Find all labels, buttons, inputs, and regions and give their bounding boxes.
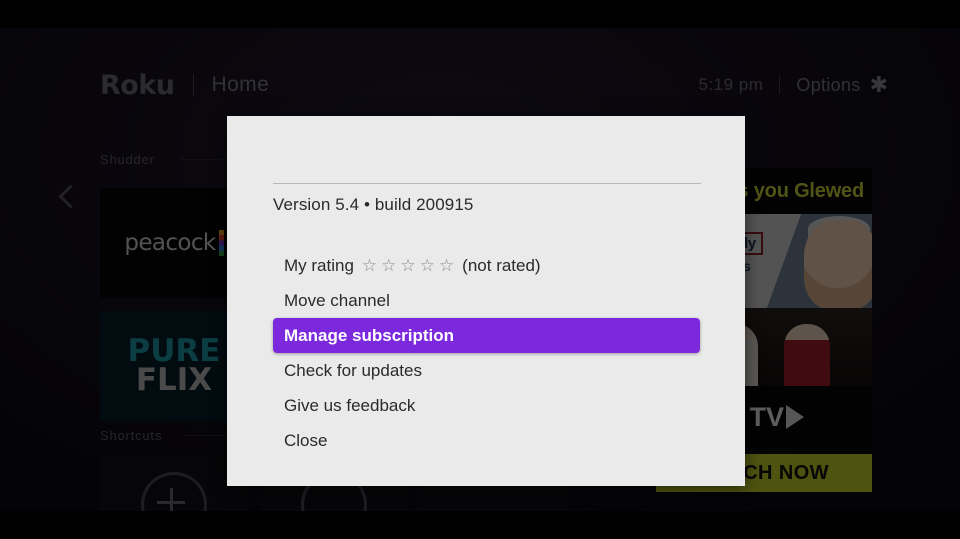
header-right: 5:19 pm Options ✱ xyxy=(698,68,888,102)
tile-pureflix[interactable]: PURE FLIX xyxy=(100,311,248,421)
asterisk-icon: ✱ xyxy=(869,72,888,97)
peacock-feathers-icon xyxy=(218,230,224,256)
tile-peacock[interactable]: peacock xyxy=(100,188,248,298)
options-button[interactable]: Options xyxy=(796,75,860,96)
person-figure xyxy=(784,324,830,386)
header-divider-2 xyxy=(779,76,781,94)
roku-logo: Roku xyxy=(100,69,175,101)
promo-banner-text: es you Glewed xyxy=(726,179,865,202)
star-icon[interactable]: ☆ xyxy=(439,257,454,274)
row-label-shortcuts: Shortcuts xyxy=(100,428,163,443)
channel-options-dialog: Version 5.4 • build 200915 My rating ☆ ☆… xyxy=(227,116,745,486)
menu-item-move-channel[interactable]: Move channel xyxy=(227,283,745,318)
oreilly-portrait xyxy=(804,220,872,308)
dtv-letters-tv: TV xyxy=(742,401,784,433)
menu-item-check-for-updates[interactable]: Check for updates xyxy=(227,353,745,388)
peacock-wordmark: peacock xyxy=(124,230,216,256)
rating-stars[interactable]: ☆ ☆ ☆ ☆ ☆ xyxy=(362,257,454,274)
header-divider xyxy=(192,74,194,96)
chevron-left-icon[interactable] xyxy=(56,180,80,216)
header-section-label: Home xyxy=(211,73,270,96)
pureflix-line-2: FLIX xyxy=(135,362,213,398)
my-rating-label: My rating xyxy=(284,255,354,275)
row-label-shudder: Shudder xyxy=(100,152,155,167)
shortcut-add-channels[interactable]: Add Channels xyxy=(100,452,248,511)
rating-status: (not rated) xyxy=(462,255,541,275)
clock: 5:19 pm xyxy=(698,75,764,94)
plus-circle-icon xyxy=(141,472,207,511)
dialog-divider xyxy=(273,183,701,184)
header-left: Roku Home xyxy=(100,68,269,102)
star-icon[interactable]: ☆ xyxy=(362,257,377,274)
star-icon[interactable]: ☆ xyxy=(381,257,396,274)
dialog-menu: My rating ☆ ☆ ☆ ☆ ☆ (not rated) Move cha… xyxy=(227,248,745,458)
menu-item-give-us-feedback[interactable]: Give us feedback xyxy=(227,388,745,423)
menu-item-close[interactable]: Close xyxy=(227,423,745,458)
menu-item-manage-subscription[interactable]: Manage subscription xyxy=(273,318,700,353)
roku-screen: Roku Home 5:19 pm Options ✱ Shudder peac… xyxy=(0,0,960,539)
play-triangle-icon xyxy=(786,405,804,429)
my-rating-row[interactable]: My rating ☆ ☆ ☆ ☆ ☆ (not rated) xyxy=(227,248,745,283)
version-text: Version 5.4 • build 200915 xyxy=(273,195,474,214)
star-icon[interactable]: ☆ xyxy=(400,257,415,274)
star-icon[interactable]: ☆ xyxy=(420,257,435,274)
